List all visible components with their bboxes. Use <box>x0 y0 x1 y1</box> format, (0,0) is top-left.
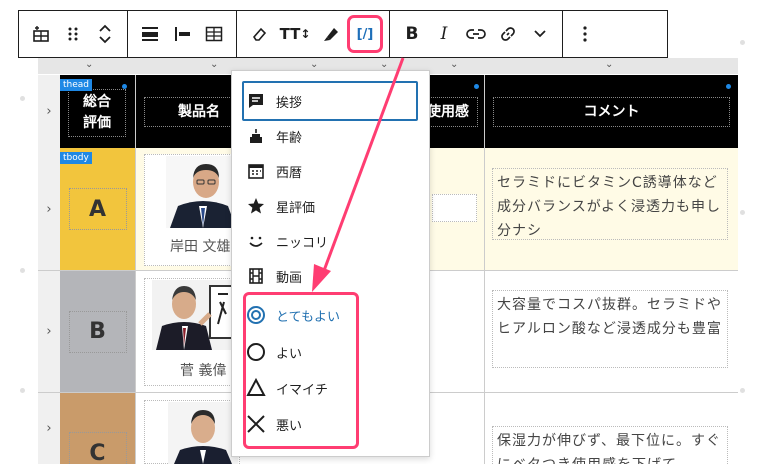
annotation-arrow <box>312 57 405 292</box>
editor-canvas: ⌄ ⌄ ⌄ ⌄ ⌄ ⌄ › › › › 総合 評価 製品名 使用感 コメント t… <box>0 0 757 464</box>
